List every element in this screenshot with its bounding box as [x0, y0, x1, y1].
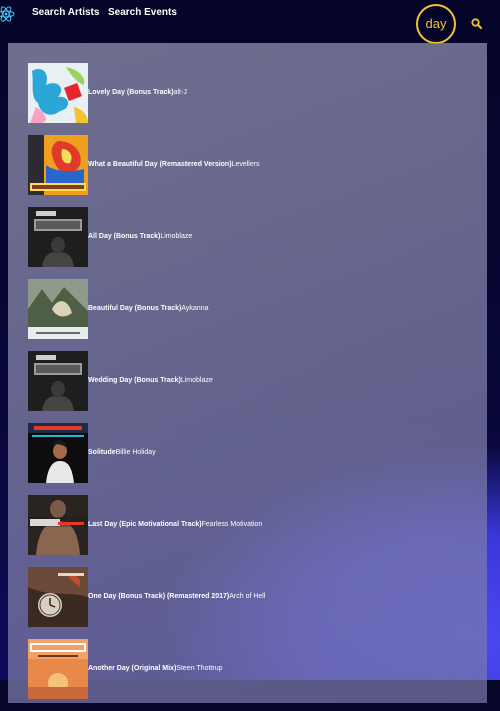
track-artist: Fearless Motivation [201, 521, 263, 528]
track-artist: Steen Thottrup [176, 665, 223, 672]
track-title: Last Day (Epic Motivational Track) [88, 521, 202, 528]
album-cover-aykanna-icon [28, 279, 88, 339]
album-cover-alt-j-icon [28, 63, 88, 123]
track-title: One Day (Bonus Track) (Remastered 2017) [88, 593, 230, 600]
track-row[interactable]: Another Day (Original Mix)Steen Thottrup [28, 639, 478, 699]
track-row[interactable]: SolitudeBillie Holiday [28, 423, 478, 483]
track-title: All Day (Bonus Track) [88, 233, 161, 240]
track-row[interactable]: All Day (Bonus Track)Limoblaze [28, 207, 478, 267]
track-artist: Levellers [231, 161, 260, 168]
search-icon[interactable] [471, 16, 482, 29]
track-row[interactable]: Lovely Day (Bonus Track)alt-J [28, 63, 478, 123]
album-cover-blind-icon [28, 351, 88, 411]
results-panel: Lovely Day (Bonus Track)alt-J What a Bea… [8, 43, 487, 703]
track-title: What a Beautiful Day (Remastered Version… [88, 161, 232, 168]
album-cover-another-day-icon [28, 639, 88, 699]
search-query-badge[interactable]: day [416, 4, 456, 44]
track-title: Another Day (Original Mix) [88, 665, 177, 672]
nav-search-artists[interactable]: Search Artists [32, 7, 99, 18]
track-title: Beautiful Day (Bonus Track) [88, 305, 182, 312]
track-row[interactable]: Last Day (Epic Motivational Track)Fearle… [28, 495, 478, 555]
track-row[interactable]: Beautiful Day (Bonus Track)Aykanna [28, 279, 478, 339]
track-title: Wedding Day (Bonus Track) [88, 377, 181, 384]
album-cover-blind-icon [28, 207, 88, 267]
track-artist: Billie Holiday [115, 449, 156, 456]
album-cover-billie-holiday-icon [28, 423, 88, 483]
track-row[interactable]: One Day (Bonus Track) (Remastered 2017)A… [28, 567, 478, 627]
album-cover-arch-of-hell-icon [28, 567, 88, 627]
top-navbar: Search Artists Search Events day [0, 0, 500, 44]
track-artist: Arch of Hell [229, 593, 266, 600]
track-title: Lovely Day (Bonus Track) [88, 89, 174, 96]
nav-search-events[interactable]: Search Events [108, 7, 177, 18]
track-artist: Aykanna [181, 305, 209, 312]
track-row[interactable]: What a Beautiful Day (Remastered Version… [28, 135, 478, 195]
track-title: Solitude [88, 449, 116, 456]
react-logo-icon[interactable] [0, 4, 18, 24]
album-cover-levellers-icon [28, 135, 88, 195]
track-artist: alt-J [173, 89, 187, 96]
album-cover-hungry-icon [28, 495, 88, 555]
track-artist: Limoblaze [160, 233, 193, 240]
track-row[interactable]: Wedding Day (Bonus Track)Limoblaze [28, 351, 478, 411]
track-list: Lovely Day (Bonus Track)alt-J What a Bea… [28, 63, 478, 711]
track-artist: Limoblaze [180, 377, 213, 384]
